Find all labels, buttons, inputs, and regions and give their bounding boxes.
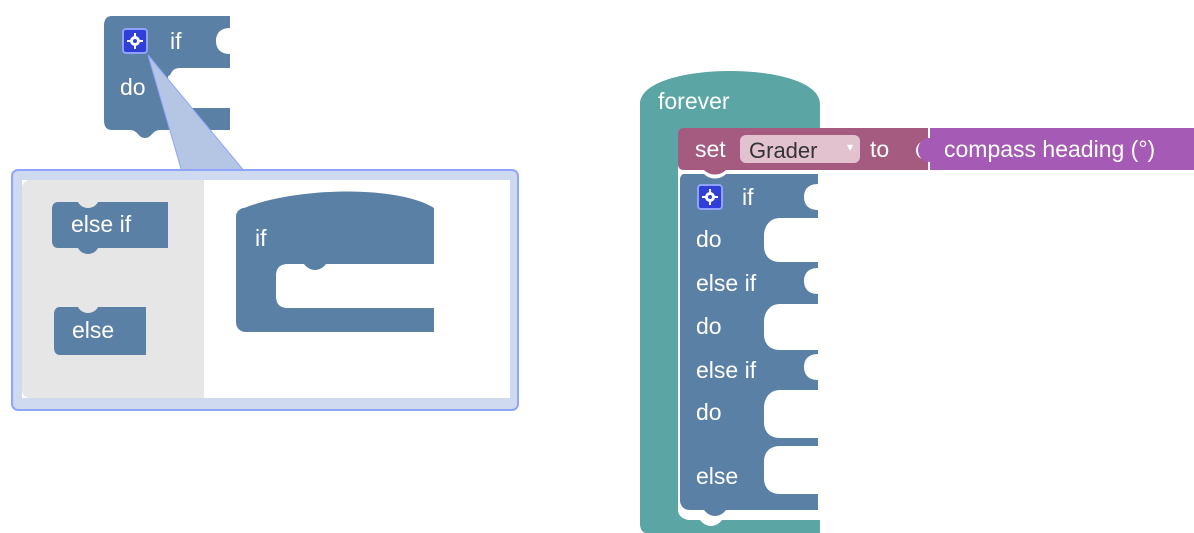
else-if-label: else if [696,357,757,383]
flyout-else-label: else [72,317,115,343]
variable-name: Grader [749,138,818,163]
if-label: if [742,184,754,210]
else-label: else [696,463,739,489]
blocks-canvas [11,16,1194,533]
compass-heading-label: compass heading (°) [944,136,1156,162]
workspace-if-label: if [255,225,267,251]
do-label: do [120,74,146,100]
if-label: if [170,28,182,54]
gear-icon[interactable] [122,28,148,54]
do-label: do [696,313,722,339]
set-label: set [695,136,726,162]
flyout-else-if-label: else if [71,211,132,237]
forever-label: forever [658,88,730,114]
gear-icon[interactable] [697,184,723,210]
to-label: to [870,136,890,162]
dropdown-arrow-icon: ▾ [846,140,853,154]
do-label: do [696,226,722,252]
do-label: do [696,399,722,425]
workspace-if-block[interactable] [236,191,434,333]
variable-dropdown[interactable]: Grader ▾ [740,135,860,163]
else-if-label: else if [696,270,757,296]
